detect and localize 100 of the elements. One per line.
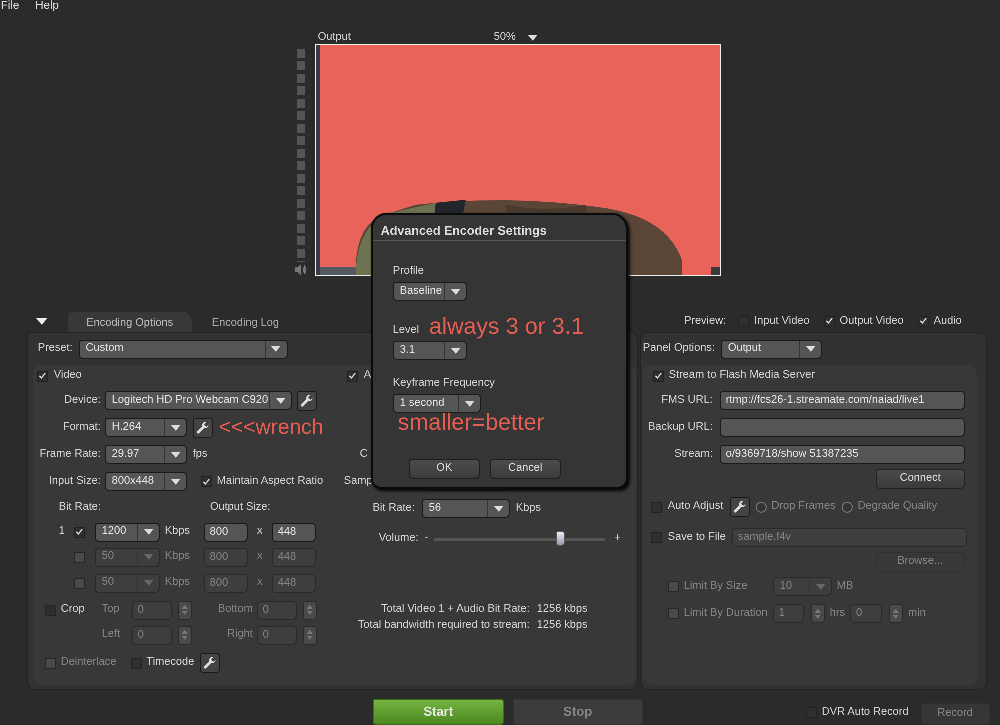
label: Limit By Duration <box>684 606 769 620</box>
label: Timecode <box>146 656 195 670</box>
checkbox[interactable] <box>653 370 664 382</box>
caret-icon <box>271 346 282 352</box>
caret-icon <box>806 346 816 352</box>
caret-icon <box>450 288 460 294</box>
label: MB <box>837 580 854 594</box>
spinner[interactable] <box>889 604 904 623</box>
wrench-button[interactable] <box>193 418 213 438</box>
input-field[interactable]: o/9369718/show 51387235 <box>720 445 965 464</box>
annotation-text: always 3 or 3.1 <box>429 315 584 338</box>
spinner[interactable] <box>303 600 317 620</box>
wrench-icon <box>202 656 217 670</box>
label: Profile <box>393 265 426 279</box>
label: Left <box>102 628 122 642</box>
connect-button[interactable]: Connect <box>876 469 965 489</box>
checkbox[interactable] <box>918 316 929 327</box>
dropdown[interactable]: 800x448 <box>105 472 187 491</box>
checkbox[interactable] <box>201 476 212 487</box>
label: Top <box>102 603 121 617</box>
dropdown[interactable]: H.264 <box>105 418 187 437</box>
label: Format: <box>62 420 101 434</box>
label: 1256 kbps <box>537 619 588 633</box>
checkbox[interactable] <box>37 370 48 382</box>
menu-item[interactable]: Help <box>36 0 60 15</box>
label: Output Size: <box>210 500 271 514</box>
caret-icon <box>494 506 504 512</box>
label: Video <box>54 369 82 383</box>
dialog-title: Advanced Encoder Settings <box>373 215 626 241</box>
spinner[interactable] <box>178 626 192 644</box>
tab[interactable]: Encoding Options <box>68 312 192 332</box>
label: hrs <box>830 606 846 620</box>
label: Bit Rate: <box>59 500 102 514</box>
label: Save to File <box>668 530 726 544</box>
input-field[interactable]: rtmp://fcs26-1.streamate.com/naiad/live1 <box>720 391 965 410</box>
label: Volume: <box>379 532 420 546</box>
label: Right <box>226 628 253 642</box>
dropdown[interactable]: Baseline <box>393 282 467 301</box>
caret-icon <box>144 554 154 560</box>
dropdown[interactable]: Custom <box>78 340 288 358</box>
label: fps <box>193 448 208 462</box>
label: Total Video 1 + Audio Bit Rate: <box>380 603 530 617</box>
checkbox[interactable] <box>824 316 835 327</box>
dropdown[interactable]: 3.1 <box>393 341 467 360</box>
annotation-text: smaller=better <box>398 411 546 434</box>
label: Drop Frames <box>772 500 836 514</box>
label: C <box>360 448 368 462</box>
dialog-button[interactable]: Cancel <box>490 459 561 479</box>
caret-icon <box>170 478 180 484</box>
collapse-caret-icon[interactable] <box>36 318 48 325</box>
wrench-icon <box>300 394 314 408</box>
label: Kbps <box>165 576 192 590</box>
caret-icon <box>170 452 180 458</box>
checkbox[interactable] <box>347 370 358 382</box>
spinner[interactable] <box>178 600 192 620</box>
tab[interactable]: Encoding Log <box>198 312 294 332</box>
label: Kbps <box>165 550 192 564</box>
label: Bottom <box>217 603 253 617</box>
label: Input Size: <box>48 474 101 488</box>
label: Input Video <box>754 314 810 328</box>
dropdown[interactable]: 1 second <box>393 394 481 413</box>
dropdown[interactable]: Logitech HD Pro Webcam C920 <box>105 391 292 410</box>
zoom-dropdown[interactable]: 50% <box>494 31 516 45</box>
input-field[interactable] <box>720 418 965 437</box>
label: Kbps <box>165 525 192 539</box>
dropdown[interactable]: Output <box>721 340 822 358</box>
caret-icon <box>816 584 826 590</box>
dialog-button[interactable]: OK <box>409 459 480 479</box>
label: Crop <box>61 603 85 617</box>
label: Limit By Size <box>684 580 749 594</box>
annotation-text: <<<wrench <box>219 417 324 438</box>
dropdown[interactable]: 56 <box>422 499 510 518</box>
label: Device: <box>63 394 101 408</box>
menu-item[interactable]: File <box>1 0 20 15</box>
dropdown[interactable]: 1200 <box>95 522 160 542</box>
spinner[interactable] <box>303 626 317 644</box>
label: Preset: <box>38 342 73 356</box>
caret-icon <box>450 348 460 354</box>
label: Samp <box>343 474 374 488</box>
input-field[interactable]: 448 <box>272 522 316 542</box>
label: Panel Options: <box>642 342 716 356</box>
caret-icon <box>464 400 474 406</box>
wrench-button[interactable] <box>730 497 750 517</box>
label: x <box>256 576 264 590</box>
label: Level <box>393 324 420 338</box>
wrench-button[interactable] <box>200 653 220 673</box>
wrench-button[interactable] <box>297 390 317 410</box>
label: 1256 kbps <box>537 603 588 617</box>
label: Audio <box>934 314 962 328</box>
speaker-icon[interactable] <box>295 265 307 276</box>
input-field[interactable]: 800 <box>204 522 248 542</box>
caret-icon <box>144 580 154 586</box>
caret-icon <box>170 424 180 430</box>
checkbox[interactable] <box>74 526 85 538</box>
dropdown[interactable]: 29.97 <box>105 445 187 464</box>
label: Keyframe Frequency <box>393 377 496 391</box>
slider-thumb[interactable] <box>556 530 566 546</box>
spinner[interactable] <box>811 604 825 623</box>
label: Output Video <box>840 314 904 328</box>
label: Backup URL: <box>647 420 713 434</box>
